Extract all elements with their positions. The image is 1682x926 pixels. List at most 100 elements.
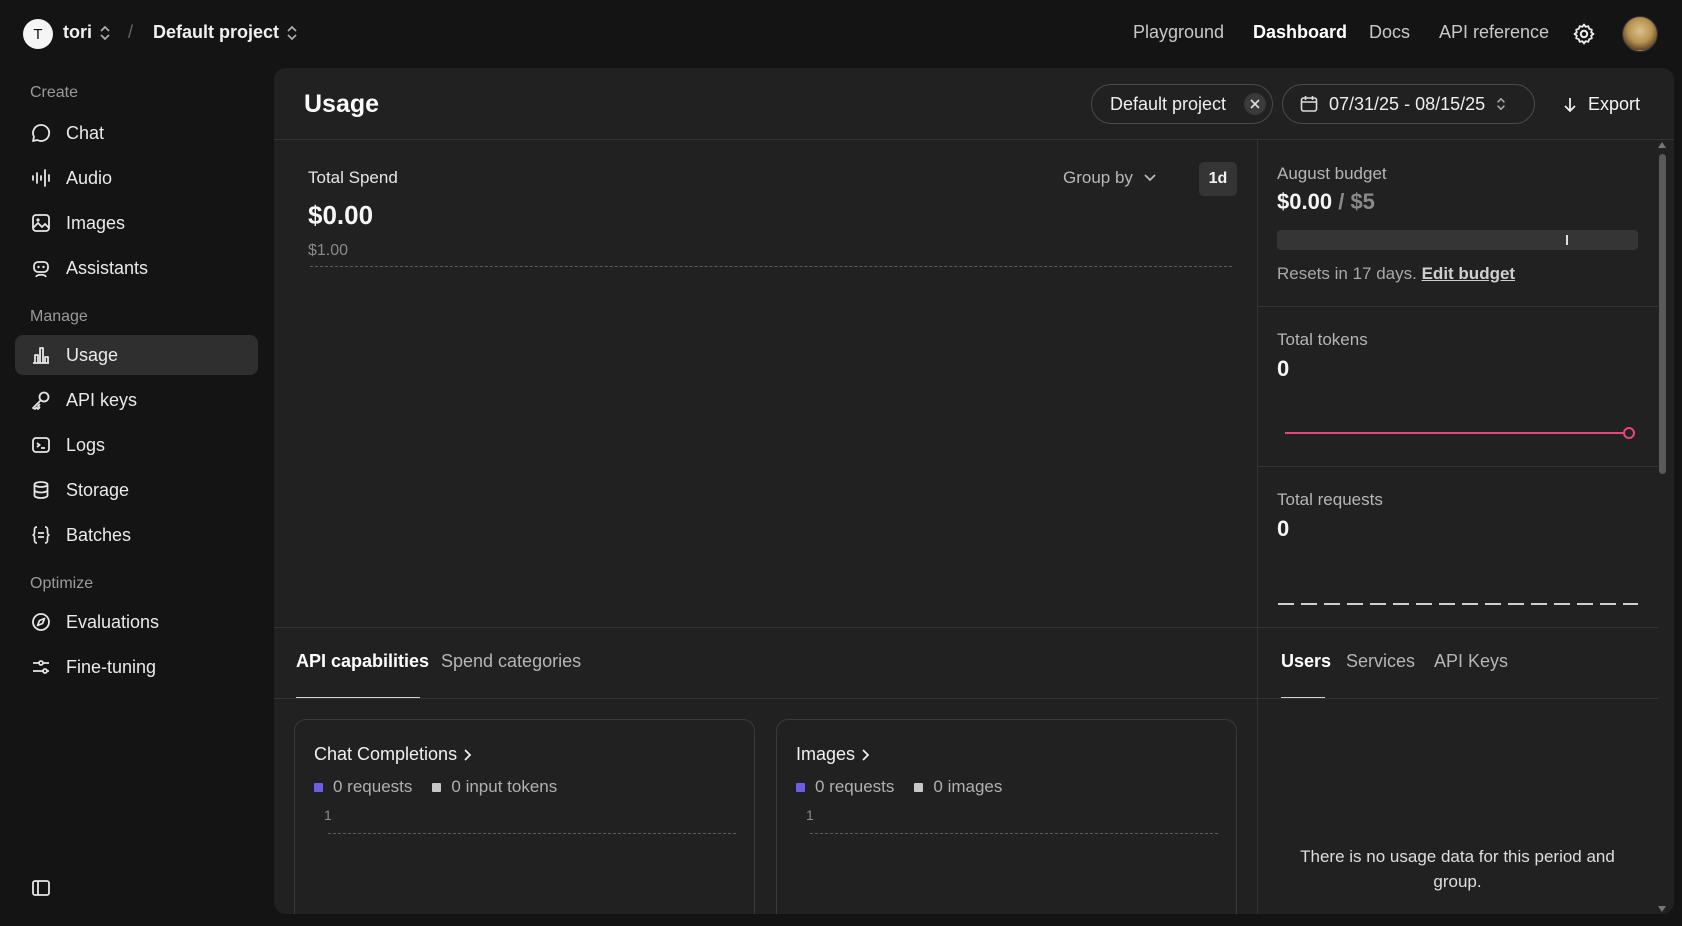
budget-progress-bar: [1277, 230, 1638, 250]
budget-divider: [1258, 306, 1658, 307]
robot-icon: [33, 261, 49, 278]
nav-playground[interactable]: Playground: [1133, 22, 1224, 43]
nav-api-reference[interactable]: API reference: [1439, 22, 1549, 43]
sidebar-item-logs[interactable]: Logs: [15, 425, 258, 465]
total-requests-value: 0: [1277, 516, 1290, 541]
sidebar-toggle-icon[interactable]: [30, 877, 52, 899]
card-title[interactable]: Images: [796, 744, 871, 765]
sidebar-item-label: Assistants: [66, 257, 149, 278]
scroll-up-arrow-icon[interactable]: [1658, 142, 1666, 148]
compass-icon: [32, 613, 50, 631]
database-icon: [33, 481, 49, 499]
sidebar-item-chat[interactable]: Chat: [15, 113, 258, 153]
chat-completions-card[interactable]: Chat Completions 0 requests 0 input toke…: [294, 719, 755, 914]
column-divider: [1257, 140, 1258, 914]
nav-dashboard[interactable]: Dashboard: [1253, 22, 1347, 43]
legend-swatch: [796, 782, 805, 792]
card-gridline: [328, 833, 736, 834]
edit-budget-link[interactable]: Edit budget: [1422, 264, 1515, 283]
legend-item: 0 input tokens: [432, 777, 557, 797]
chevron-updown-icon: [287, 25, 297, 40]
sidebar-item-label: Audio: [66, 167, 113, 188]
nav-docs[interactable]: Docs: [1369, 22, 1410, 43]
scrollbar[interactable]: [1656, 140, 1668, 914]
budget-limit: $5: [1350, 189, 1375, 214]
legend-swatch: [314, 782, 323, 792]
total-spend-label: Total Spend: [308, 168, 398, 187]
sidebar-item-audio[interactable]: Audio: [15, 158, 258, 198]
tab-spend-categories[interactable]: Spend categories: [441, 651, 581, 672]
sidebar-item-label: Usage: [66, 344, 119, 365]
header-divider: [274, 139, 1674, 140]
tabs-divider: [274, 698, 1658, 699]
sidebar-item-images[interactable]: Images: [15, 203, 258, 243]
total-spend-value: $0.00: [308, 200, 374, 230]
legend-item: 0 requests: [796, 777, 894, 797]
project-name: Default project: [153, 22, 280, 42]
image-icon: [32, 214, 50, 232]
scrollbar-thumb[interactable]: [1659, 154, 1666, 474]
sliders-icon: [33, 660, 49, 674]
section-label-create: Create: [30, 84, 79, 101]
sidebar-item-storage[interactable]: Storage: [15, 470, 258, 510]
braces-icon: [32, 526, 50, 544]
sidebar: Create Chat Audio Images Assistants Mana…: [0, 68, 272, 926]
user-avatar[interactable]: [1622, 16, 1658, 52]
card-title-text: Chat Completions: [314, 744, 458, 764]
org-avatar[interactable]: T: [23, 19, 53, 49]
sidebar-item-api-keys[interactable]: API keys: [15, 380, 258, 420]
group-by-dropdown[interactable]: Group by: [1063, 168, 1157, 188]
chevron-updown-icon: [100, 25, 110, 40]
scroll-down-arrow-icon[interactable]: [1658, 906, 1666, 912]
sidebar-item-usage[interactable]: Usage: [15, 335, 258, 375]
project-filter-label: Default project: [1110, 93, 1227, 114]
tab-users[interactable]: Users: [1281, 651, 1331, 672]
requests-sparkline: [1278, 603, 1638, 605]
project-filter-chip[interactable]: Default project: [1091, 84, 1273, 124]
total-tokens-label: Total tokens: [1277, 330, 1368, 349]
usage-panel: Usage Default project 07/31/25 - 08/15/2…: [274, 68, 1674, 914]
tab-services[interactable]: Services: [1346, 651, 1415, 672]
sidebar-item-batches[interactable]: Batches: [15, 515, 258, 555]
total-tokens-value: 0: [1277, 356, 1290, 381]
chevron-right-icon: [464, 748, 472, 761]
sidebar-item-evaluations[interactable]: Evaluations: [15, 602, 258, 642]
budget-spent: $0.00: [1277, 189, 1333, 214]
tokens-divider: [1258, 466, 1658, 467]
close-icon[interactable]: [1244, 93, 1267, 115]
export-label: Export: [1588, 94, 1641, 114]
org-switcher[interactable]: tori: [63, 22, 112, 43]
bar-chart-icon: [33, 347, 49, 364]
tab-api-keys[interactable]: API Keys: [1434, 651, 1508, 672]
page-title: Usage: [304, 90, 380, 118]
budget-separator: /: [1338, 189, 1345, 214]
top-bar: T tori / Default project Playground Dash…: [0, 0, 1682, 68]
legend-label: 0 requests: [333, 777, 413, 796]
tab-api-capabilities[interactable]: API capabilities: [296, 651, 429, 672]
sidebar-item-label: Images: [66, 212, 126, 233]
legend-item: 0 images: [914, 777, 1002, 797]
gear-icon[interactable]: [1572, 22, 1596, 46]
chevron-updown-icon: [1497, 97, 1506, 111]
chevron-down-icon: [1144, 174, 1156, 182]
date-range-picker[interactable]: 07/31/25 - 08/15/25: [1282, 84, 1535, 124]
reset-countdown: Resets in 17 days.: [1277, 264, 1417, 283]
empty-state-message: There is no usage data for this period a…: [1300, 847, 1615, 891]
card-title[interactable]: Chat Completions: [314, 744, 473, 765]
interval-selector[interactable]: 1d: [1199, 162, 1237, 196]
sidebar-item-assistants[interactable]: Assistants: [15, 248, 258, 288]
section-divider: [274, 627, 1658, 628]
sidebar-item-fine-tuning[interactable]: Fine-tuning: [15, 647, 258, 687]
section-label-optimize: Optimize: [30, 575, 94, 592]
budget-threshold-marker: [1566, 235, 1568, 245]
images-card[interactable]: Images 0 requests 0 images 1: [776, 719, 1237, 914]
chat-bubble-icon: [32, 124, 51, 142]
card-axis-tick: 1: [324, 807, 332, 823]
chevron-right-icon: [862, 748, 870, 761]
project-switcher[interactable]: Default project: [153, 22, 299, 43]
arrow-down-icon: [1564, 97, 1576, 112]
export-button[interactable]: Export: [1562, 94, 1640, 115]
tokens-sparkline: [1285, 427, 1635, 439]
card-legend: 0 requests 0 input tokens: [314, 777, 557, 797]
key-icon: [32, 391, 50, 410]
